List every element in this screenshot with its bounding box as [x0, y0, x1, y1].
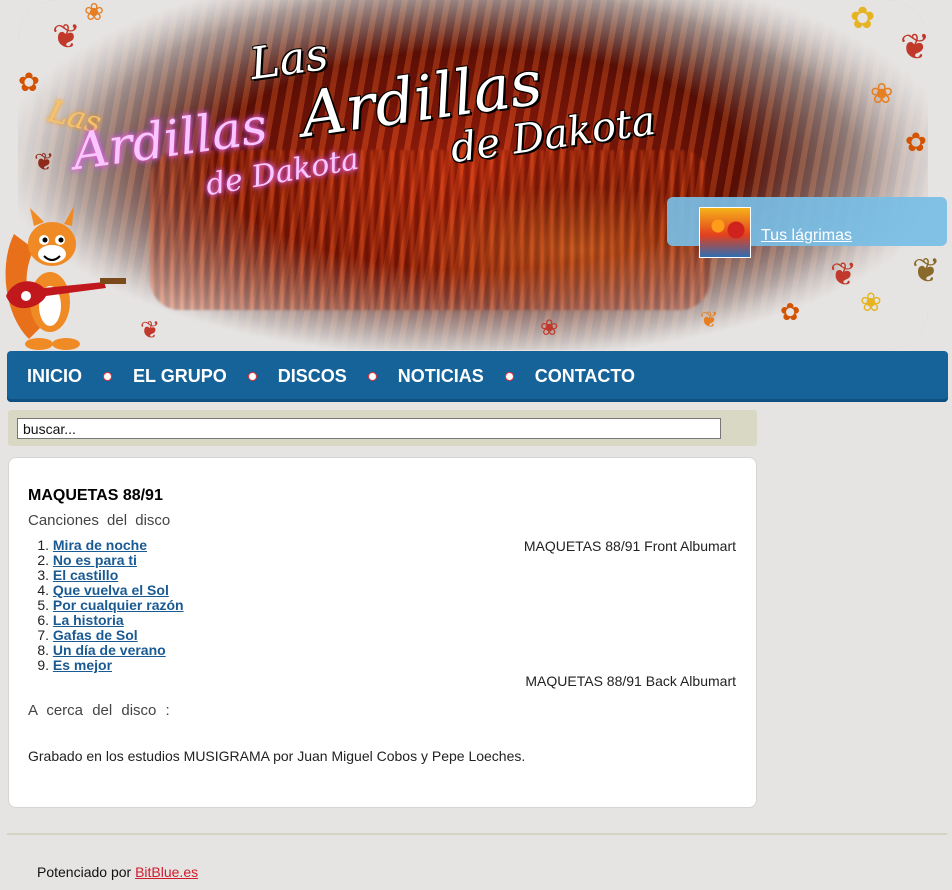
leaf-icon: ❀	[860, 288, 882, 318]
search-input[interactable]	[17, 418, 721, 439]
track-number: 3.	[37, 567, 49, 583]
leaf-icon: ❀	[84, 0, 105, 26]
promo-link[interactable]: Tus lágrimas	[761, 227, 852, 245]
track-link[interactable]: La historia	[53, 613, 124, 628]
track-number: 7.	[37, 627, 49, 643]
album-thumbnail[interactable]	[699, 207, 751, 258]
footer-divider	[7, 833, 947, 835]
track-item: 8. Un día de verano	[28, 643, 184, 658]
track-link[interactable]: Es mejor	[53, 658, 112, 673]
track-number: 6.	[37, 612, 49, 628]
songs-heading: Canciones del disco	[28, 512, 171, 529]
track-number: 2.	[37, 552, 49, 568]
track-item: 9. Es mejor	[28, 658, 184, 673]
back-albumart: MAQUETAS 88/91 Back Albumart	[525, 673, 736, 689]
track-link[interactable]: Que vuelva el Sol	[53, 583, 169, 598]
search-bar	[8, 410, 757, 446]
leaf-icon: ❦	[700, 308, 719, 333]
leaf-icon: ❦	[912, 251, 941, 291]
track-link[interactable]: No es para ti	[53, 553, 137, 568]
nav-item-discos[interactable]: DISCOS	[278, 366, 347, 387]
track-item: 3. El castillo	[28, 568, 184, 583]
footer-prefix: Potenciado por	[37, 864, 132, 880]
album-title: MAQUETAS 88/91	[28, 487, 163, 504]
main-nav: INICIO EL GRUPO DISCOS NOTICIAS CONTACTO	[7, 351, 948, 402]
nav-item-noticias[interactable]: NOTICIAS	[398, 366, 484, 387]
nav-separator	[248, 373, 256, 380]
track-number: 9.	[37, 657, 49, 673]
nav-separator	[104, 373, 112, 380]
track-item: 6. La historia	[28, 613, 184, 628]
leaf-icon: ✿	[850, 1, 876, 36]
leaf-icon: ✿	[18, 68, 40, 98]
leaf-icon: ✿	[780, 298, 801, 326]
track-number: 8.	[37, 642, 49, 658]
footer-link[interactable]: BitBlue.es	[135, 864, 198, 880]
track-link[interactable]: Mira de noche	[53, 538, 147, 553]
leaf-icon: ✿	[905, 128, 927, 158]
nav-item-inicio[interactable]: INICIO	[27, 366, 82, 387]
footer: Potenciado por BitBlue.es	[37, 864, 198, 880]
track-number: 4.	[37, 582, 49, 598]
track-link[interactable]: El castillo	[53, 568, 118, 583]
leaf-icon: ❀	[870, 77, 894, 110]
nav-separator	[505, 373, 513, 380]
nav-separator	[368, 373, 376, 380]
leaf-icon: ❦	[830, 255, 857, 293]
nav-item-contacto[interactable]: CONTACTO	[535, 366, 635, 387]
leaf-icon: ❀	[540, 316, 559, 341]
leaf-icon: ❦	[52, 17, 81, 57]
header-banner: ❦ ✿ ❀ ❦ ✿ ❦ ❀ ✿ ❦ ❦ ❀ ✿ ❦ ❀ ❦ Las Ardill…	[0, 0, 952, 350]
about-text: Grabado en los estudios MUSIGRAMA por Ju…	[28, 748, 526, 764]
track-item: 1. Mira de noche	[28, 538, 184, 553]
track-item: 4. Que vuelva el Sol	[28, 583, 184, 598]
squirrel-mascot-icon	[5, 206, 126, 350]
track-number: 1.	[37, 537, 49, 553]
leaf-icon: ❦	[900, 27, 931, 68]
front-albumart: MAQUETAS 88/91 Front Albumart	[523, 538, 736, 554]
track-item: 2. No es para ti	[28, 553, 184, 568]
track-link[interactable]: Gafas de Sol	[53, 628, 138, 643]
track-number: 5.	[37, 597, 49, 613]
album-content: MAQUETAS 88/91 Canciones del disco 1. Mi…	[8, 457, 757, 808]
track-link[interactable]: Por cualquier razón	[53, 598, 184, 613]
leaf-icon: ❦	[140, 316, 161, 344]
about-heading: A cerca del disco :	[28, 702, 170, 719]
nav-item-el-grupo[interactable]: EL GRUPO	[133, 366, 227, 387]
track-link[interactable]: Un día de verano	[53, 643, 166, 658]
promo-box: Tus lágrimas	[667, 197, 947, 258]
track-list: 1. Mira de noche 2. No es para ti 3. El …	[28, 538, 184, 673]
track-item: 7. Gafas de Sol	[28, 628, 184, 643]
track-item: 5. Por cualquier razón	[28, 597, 184, 613]
leaf-icon: ❦	[34, 148, 55, 176]
